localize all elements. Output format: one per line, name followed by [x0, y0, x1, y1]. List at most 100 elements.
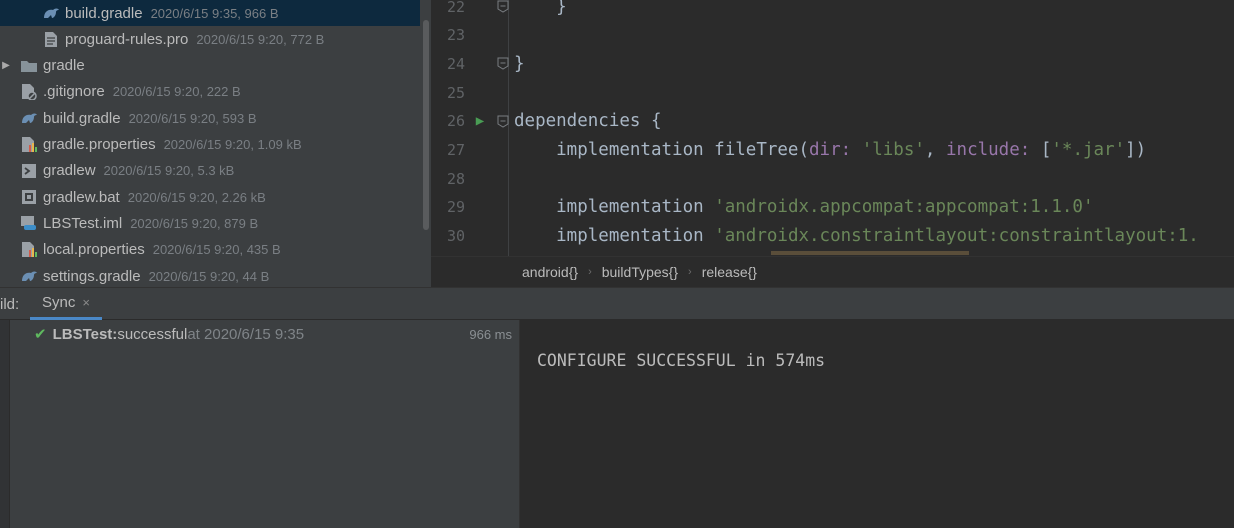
build-window-title: ild:	[0, 296, 20, 313]
code-line: 30 implementation 'androidx.constraintla…	[431, 222, 1234, 251]
tree-item-name: settings.gradle	[43, 267, 141, 285]
tree-item-name: gradle	[43, 57, 85, 75]
tree-item-meta: 2020/6/15 9:20, 593 B	[128, 110, 257, 126]
tree-item[interactable]: gradlew 2020/6/15 9:20, 5.3 kB	[0, 158, 420, 184]
code-line: 22 }	[431, 0, 1234, 21]
tree-item-meta: 2020/6/15 9:20, 772 B	[196, 31, 325, 47]
tree-item[interactable]: build.gradle 2020/6/15 9:20, 593 B	[0, 105, 420, 131]
script-icon	[20, 162, 38, 180]
tree-item-meta: 2020/6/15 9:20, 5.3 kB	[103, 163, 235, 179]
tree-item-name: local.properties	[43, 241, 145, 259]
tab-sync-label: Sync	[42, 294, 76, 311]
tree-item-name: build.gradle	[65, 4, 143, 22]
code-token: implementation fileTree(	[514, 140, 810, 160]
fold-space	[495, 86, 511, 100]
code-token: include:	[946, 140, 1041, 160]
line-number: 28	[446, 169, 465, 188]
run-icon[interactable]: ▶	[465, 113, 495, 129]
tree-item-name: proguard-rules.pro	[65, 30, 189, 48]
fold-marker-icon[interactable]	[495, 0, 511, 14]
build-console[interactable]: CONFIGURE SUCCESSFUL in 574ms	[519, 320, 1234, 528]
gradle-icon	[42, 4, 60, 22]
code-token: [	[1040, 140, 1052, 160]
line-number: 29	[446, 198, 465, 217]
code-token: '*.jar'	[1051, 140, 1126, 160]
build-result-row[interactable]: ✔ LBSTest: successful at 2020/6/15 9:35 …	[9, 320, 519, 348]
folder-icon	[20, 57, 38, 75]
line-number: 27	[446, 141, 465, 159]
code-text: implementation fileTree(dir: 'libs', inc…	[514, 140, 1146, 160]
code-line: 29 implementation 'androidx.appcompat:ap…	[431, 193, 1234, 222]
breadcrumb: android{} › buildTypes{} › release{}	[431, 256, 1234, 286]
fold-space	[495, 143, 511, 157]
tree-item-name: gradle.properties	[43, 136, 156, 153]
gitignore-icon	[20, 83, 38, 101]
build-output-tree: ✔ LBSTest: successful at 2020/6/15 9:35 …	[0, 320, 519, 528]
tree-item[interactable]: build.gradle 2020/6/15 9:35, 966 B	[0, 0, 420, 26]
code-token: dir:	[809, 140, 862, 160]
build-tool-window-header: ild: Sync ×	[0, 287, 1234, 320]
tree-item-meta: 2020/6/15 9:20, 222 B	[112, 84, 241, 100]
breadcrumb-item-android[interactable]: android{}	[522, 264, 578, 280]
breadcrumb-item-buildtypes[interactable]: buildTypes{}	[602, 264, 678, 280]
fold-space	[495, 200, 511, 214]
project-tree-scrollbar[interactable]	[421, 0, 431, 287]
code-token: }	[514, 53, 525, 74]
code-token: 'androidx.appcompat:appcompat:1.1.0'	[714, 197, 1094, 218]
tree-item-meta: 2020/6/15 9:20, 2.26 kB	[127, 189, 266, 205]
line-number: 26	[446, 112, 465, 131]
tree-item[interactable]: gradlew.bat 2020/6/15 9:20, 2.26 kB	[0, 184, 420, 210]
fold-marker-icon[interactable]	[495, 114, 511, 128]
tree-item[interactable]: proguard-rules.pro 2020/6/15 9:20, 772 B	[0, 26, 420, 52]
line-number: 25	[446, 83, 465, 102]
tree-item-meta: 2020/6/15 9:20, 879 B	[130, 215, 259, 231]
line-number: 24	[446, 54, 465, 73]
horizontal-scroll-indicator[interactable]	[771, 251, 969, 255]
code-token: dependencies {	[514, 111, 662, 132]
chevron-right-icon: ›	[588, 265, 592, 278]
project-tree-panel: build.gradle 2020/6/15 9:35, 966 B proguar…	[0, 0, 431, 287]
code-line: 23	[431, 21, 1234, 50]
tree-item-name: .gitignore	[43, 83, 105, 101]
tree-item-name: gradlew	[43, 162, 96, 180]
tree-item-name: gradlew.bat	[43, 188, 120, 206]
scrollbar-thumb[interactable]	[423, 20, 429, 230]
line-number: 22	[446, 0, 465, 16]
fold-marker-icon[interactable]	[495, 57, 511, 71]
build-timestamp: at 2020/6/15 9:35	[187, 325, 305, 343]
close-icon[interactable]: ×	[82, 295, 90, 310]
tree-item[interactable]: LBSTest.iml 2020/6/15 9:20, 879 B	[0, 210, 420, 236]
tree-item[interactable]: settings.gradle 2020/6/15 9:20, 44 B	[0, 263, 420, 287]
gradle-icon	[20, 267, 38, 285]
breadcrumb-item-release[interactable]: release{}	[702, 264, 757, 280]
tree-item[interactable]: ▶ gradle	[0, 53, 420, 79]
tree-item[interactable]: local.properties 2020/6/15 9:20, 435 B	[0, 237, 420, 263]
file-icon	[42, 30, 60, 48]
build-toolbar-strip	[0, 320, 10, 528]
fold-space	[495, 28, 511, 42]
code-editor[interactable]: 22 } 23 24} 25 26 ▶ dependencies { 27 implement…	[431, 0, 1234, 256]
tab-sync[interactable]: Sync ×	[30, 288, 102, 320]
code-token: 'libs'	[861, 140, 925, 160]
code-token: 'androidx.constraintlayout:constraintlay…	[714, 226, 1199, 247]
checkmark-icon: ✔	[34, 326, 47, 343]
build-project-name: LBSTest:	[52, 325, 118, 343]
line-number: 23	[446, 26, 465, 45]
code-token: ])	[1125, 140, 1147, 160]
expand-arrow-icon[interactable]: ▶	[0, 60, 12, 71]
fold-space	[495, 172, 511, 186]
console-output: CONFIGURE SUCCESSFUL in 574ms	[537, 351, 826, 370]
tree-item-meta: 2020/6/15 9:20, 435 B	[152, 242, 281, 258]
code-line: 26 ▶ dependencies {	[431, 107, 1234, 136]
build-status: successful	[117, 325, 188, 343]
tree-item[interactable]: gradle.properties 2020/6/15 9:20, 1.09 kB	[0, 132, 420, 158]
iml-icon	[20, 214, 38, 232]
tree-item-name: build.gradle	[43, 109, 121, 127]
code-token: }	[514, 0, 567, 17]
line-number: 30	[446, 227, 465, 246]
code-token: implementation	[514, 197, 715, 218]
tree-item[interactable]: .gitignore 2020/6/15 9:20, 222 B	[0, 79, 420, 105]
tree-item-meta: 2020/6/15 9:20, 1.09 kB	[163, 137, 302, 152]
properties-icon	[20, 136, 38, 154]
code-line: 25	[431, 78, 1234, 107]
